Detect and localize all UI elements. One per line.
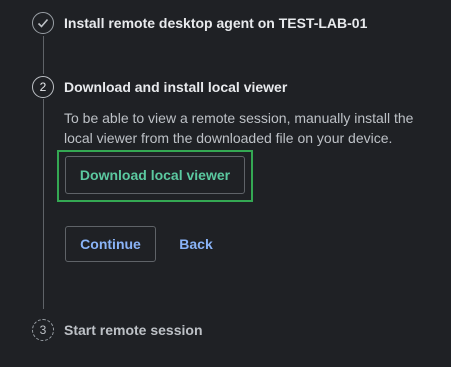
step-title-install-agent: Install remote desktop agent on TEST-LAB… (64, 15, 368, 31)
check-circle-icon (32, 12, 54, 34)
checkmark-icon (37, 18, 49, 28)
step-number-badge: 2 (32, 76, 54, 98)
continue-button[interactable]: Continue (65, 226, 156, 262)
step-connector (43, 36, 44, 74)
step-description: To be able to view a remote session, man… (64, 110, 414, 146)
download-local-viewer-button[interactable]: Download local viewer (65, 156, 245, 194)
step-number-badge: 3 (32, 319, 54, 341)
step-title-start-session: Start remote session (64, 322, 203, 338)
back-button[interactable]: Back (172, 226, 220, 262)
step-connector (43, 99, 44, 309)
step-title-download-viewer: Download and install local viewer (64, 79, 288, 95)
